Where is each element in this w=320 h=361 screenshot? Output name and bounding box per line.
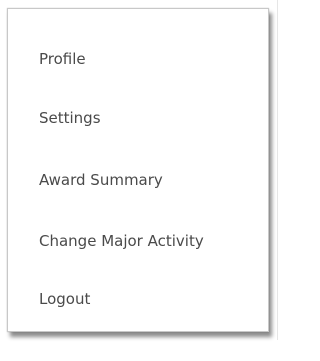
menu-item-award-summary[interactable]: Award Summary bbox=[39, 170, 163, 190]
page-divider bbox=[277, 0, 278, 340]
menu-item-logout[interactable]: Logout bbox=[39, 289, 90, 309]
menu-item-change-major-activity[interactable]: Change Major Activity bbox=[39, 231, 204, 251]
user-dropdown-menu: Profile Settings Award Summary Change Ma… bbox=[7, 8, 269, 332]
menu-item-profile[interactable]: Profile bbox=[39, 49, 86, 69]
menu-item-settings[interactable]: Settings bbox=[39, 108, 101, 128]
